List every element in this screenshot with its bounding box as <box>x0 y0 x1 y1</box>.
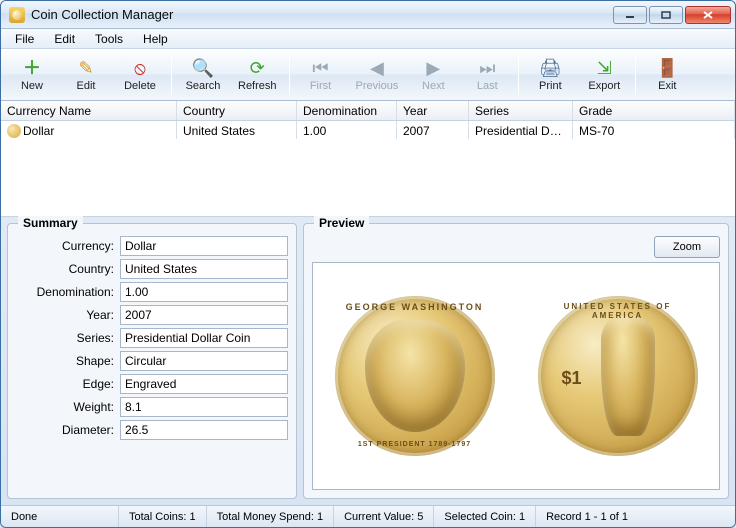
details-panels: Summary Currency:Dollar Country:United S… <box>1 217 735 505</box>
status-current-value: Current Value: 5 <box>334 506 434 527</box>
lbl-edge: Edge: <box>16 374 116 394</box>
new-button[interactable]: ＋New <box>6 53 58 97</box>
lbl-year: Year: <box>16 305 116 325</box>
summary-group: Summary Currency:Dollar Country:United S… <box>7 223 297 499</box>
menu-help[interactable]: Help <box>133 30 178 48</box>
last-icon: ⏭ <box>479 58 495 78</box>
preview-legend: Preview <box>314 216 369 230</box>
plus-icon: ＋ <box>23 58 41 78</box>
val-series[interactable]: Presidential Dollar Coin <box>120 328 288 348</box>
no-entry-icon: ⦸ <box>134 58 146 78</box>
val-year[interactable]: 2007 <box>120 305 288 325</box>
menu-edit[interactable]: Edit <box>44 30 85 48</box>
col-grade[interactable]: Grade <box>573 101 735 120</box>
val-edge[interactable]: Engraved <box>120 374 288 394</box>
table-row[interactable]: Dollar United States 1.00 2007 President… <box>1 121 735 139</box>
grid-header: Currency Name Country Denomination Year … <box>1 101 735 121</box>
cell-grade: MS-70 <box>573 121 735 139</box>
cell-year: 2007 <box>397 121 469 139</box>
status-bar: Done Total Coins: 1 Total Money Spend: 1… <box>1 505 735 527</box>
lbl-currency: Currency: <box>16 236 116 256</box>
val-shape[interactable]: Circular <box>120 351 288 371</box>
export-button[interactable]: ⇲Export <box>578 53 630 97</box>
lbl-denom: Denomination: <box>16 282 116 302</box>
val-weight[interactable]: 8.1 <box>120 397 288 417</box>
denom-mark: $1 <box>562 368 582 389</box>
minimize-button[interactable] <box>613 6 647 24</box>
col-series[interactable]: Series <box>469 101 573 120</box>
lbl-weight: Weight: <box>16 397 116 417</box>
status-done: Done <box>1 506 119 527</box>
previous-icon: ◀ <box>370 58 384 78</box>
export-icon: ⇲ <box>597 58 612 78</box>
lbl-country: Country: <box>16 259 116 279</box>
delete-button[interactable]: ⦸Delete <box>114 53 166 97</box>
col-year[interactable]: Year <box>397 101 469 120</box>
previous-button[interactable]: ◀Previous <box>349 53 406 97</box>
preview-group: Preview Zoom GEORGE WASHINGTON 1ST PRESI… <box>303 223 729 499</box>
menu-file[interactable]: File <box>5 30 44 48</box>
statue-of-liberty <box>601 316 655 436</box>
edit-button[interactable]: ✎Edit <box>60 53 112 97</box>
last-button[interactable]: ⏭Last <box>461 53 513 97</box>
coin-reverse: UNITED STATES OF AMERICA $1 <box>538 296 698 456</box>
grid-body[interactable]: Dollar United States 1.00 2007 President… <box>1 121 735 217</box>
status-total-spend: Total Money Spend: 1 <box>207 506 334 527</box>
summary-legend: Summary <box>18 216 83 230</box>
val-diameter[interactable]: 26.5 <box>120 420 288 440</box>
menu-tools[interactable]: Tools <box>85 30 133 48</box>
val-country[interactable]: United States <box>120 259 288 279</box>
cell-series: Presidential Doll... <box>469 121 573 139</box>
coin-image-area[interactable]: GEORGE WASHINGTON 1ST PRESIDENT 1789-179… <box>312 262 720 490</box>
app-icon <box>9 7 25 23</box>
washington-bust <box>365 320 465 432</box>
title-bar[interactable]: Coin Collection Manager <box>1 1 735 29</box>
refresh-button[interactable]: ⟳Refresh <box>231 53 284 97</box>
printer-icon: 🖨 <box>539 58 562 78</box>
refresh-icon: ⟳ <box>250 58 265 78</box>
col-country[interactable]: Country <box>177 101 297 120</box>
next-icon: ▶ <box>426 58 440 78</box>
search-icon: 🔍 <box>192 58 214 78</box>
exit-button[interactable]: 🚪Exit <box>641 53 693 97</box>
zoom-button[interactable]: Zoom <box>654 236 720 258</box>
close-button[interactable] <box>685 6 731 24</box>
val-denom[interactable]: 1.00 <box>120 282 288 302</box>
pencil-icon: ✎ <box>78 58 93 78</box>
val-currency[interactable]: Dollar <box>120 236 288 256</box>
print-button[interactable]: 🖨Print <box>524 53 576 97</box>
app-window: Coin Collection Manager File Edit Tools … <box>0 0 736 528</box>
status-record: Record 1 - 1 of 1 <box>536 506 735 527</box>
search-button[interactable]: 🔍Search <box>177 53 229 97</box>
coin-icon <box>7 124 21 138</box>
lbl-shape: Shape: <box>16 351 116 371</box>
lbl-diameter: Diameter: <box>16 420 116 440</box>
cell-country: United States <box>177 121 297 139</box>
maximize-button[interactable] <box>649 6 683 24</box>
status-selected: Selected Coin: 1 <box>434 506 536 527</box>
menu-bar: File Edit Tools Help <box>1 29 735 49</box>
first-button[interactable]: ⏮First <box>295 53 347 97</box>
status-total-coins: Total Coins: 1 <box>119 506 207 527</box>
window-title: Coin Collection Manager <box>31 7 613 22</box>
lbl-series: Series: <box>16 328 116 348</box>
col-denomination[interactable]: Denomination <box>297 101 397 120</box>
col-currency-name[interactable]: Currency Name <box>1 101 177 120</box>
first-icon: ⏮ <box>312 58 328 78</box>
coin-obverse: GEORGE WASHINGTON 1ST PRESIDENT 1789-179… <box>335 296 495 456</box>
cell-denom: 1.00 <box>297 121 397 139</box>
cell-name: Dollar <box>23 124 54 138</box>
next-button[interactable]: ▶Next <box>407 53 459 97</box>
exit-icon: 🚪 <box>656 58 678 78</box>
toolbar: ＋New ✎Edit ⦸Delete 🔍Search ⟳Refresh ⏮Fir… <box>1 49 735 101</box>
